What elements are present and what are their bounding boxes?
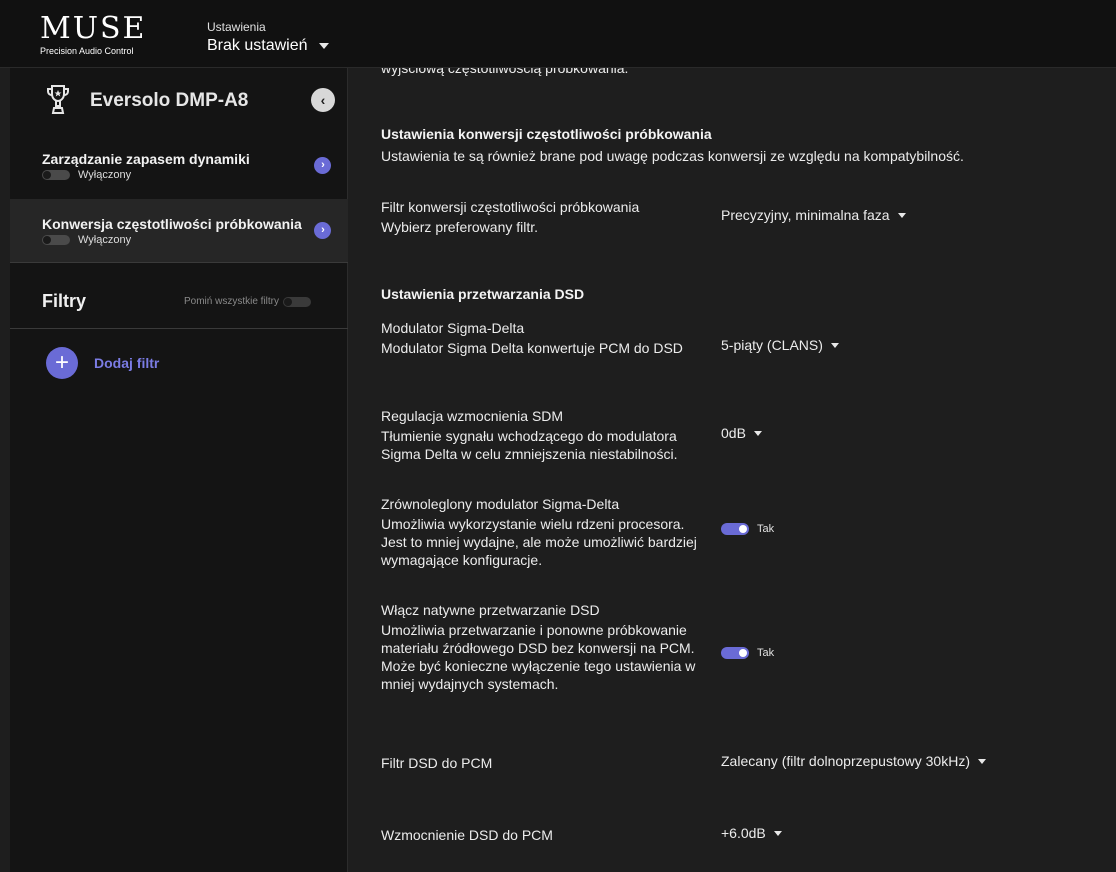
- src-filter-value: Precyzyjny, minimalna faza: [721, 207, 890, 223]
- chevron-down-icon: [773, 830, 782, 836]
- chevron-down-icon: [753, 430, 762, 436]
- sidebar-item-status-text: Wyłączony: [78, 234, 132, 246]
- plus-icon: +: [46, 347, 78, 379]
- native-dsd-label: Włącz natywne przetwarzanie DSD: [381, 602, 600, 618]
- chevron-right-icon[interactable]: ›: [314, 222, 331, 239]
- settings-value-text: Brak ustawień: [207, 37, 308, 54]
- parallel-modulator-description: Umożliwia wykorzystanie wielu rdzeni pro…: [381, 516, 697, 568]
- dsd-pcm-filter-select[interactable]: Zalecany (filtr dolnoprzepustowy 30kHz): [721, 753, 986, 769]
- status-toggle: [42, 170, 70, 180]
- native-dsd-description: Umożliwia przetwarzanie i ponowne próbko…: [381, 622, 696, 692]
- chevron-right-icon[interactable]: ›: [314, 157, 331, 174]
- dsd-pcm-gain-select[interactable]: +6.0dB: [721, 825, 782, 841]
- dsd-pcm-gain-value: +6.0dB: [721, 825, 766, 841]
- sigma-delta-select[interactable]: 5-piąty (CLANS): [721, 337, 839, 353]
- src-filter-label: Filtr konwersji częstotliwości próbkowan…: [381, 199, 640, 215]
- toggle-switch[interactable]: [721, 523, 749, 535]
- top-bar: MUSE Precision Audio Control Ustawienia …: [0, 0, 1116, 68]
- add-filter-button[interactable]: + Dodaj filtr: [46, 347, 159, 379]
- dsd-section-title: Ustawienia przetwarzania DSD: [381, 286, 585, 302]
- logo-wordmark: MUSE: [40, 11, 147, 46]
- sidebar-item-status-text: Wyłączony: [78, 169, 132, 181]
- previous-description-text: wyjściową częstotliwością próbkowania.: [381, 68, 629, 76]
- filters-title: Filtry: [42, 291, 87, 311]
- add-filter-label: Dodaj filtr: [94, 355, 160, 371]
- settings-label: Ustawienia: [207, 20, 266, 34]
- dsd-pcm-filter-value: Zalecany (filtr dolnoprzepustowy 30kHz): [721, 753, 970, 769]
- divider: [10, 262, 348, 263]
- sidebar: Eversolo DMP-A8 ‹ Zarządzanie zapasem dy…: [10, 68, 348, 872]
- skip-all-filters[interactable]: Pomiń wszystkie filtry: [184, 296, 312, 307]
- toggle-switch[interactable]: [721, 647, 749, 659]
- chevron-down-icon: [897, 212, 906, 218]
- native-dsd-toggle[interactable]: Tak: [721, 647, 774, 659]
- settings-value[interactable]: Brak ustawień: [207, 37, 329, 55]
- trophy-icon: [47, 85, 69, 114]
- divider: [10, 328, 348, 329]
- status-toggle: [42, 235, 70, 245]
- chevron-down-icon: [978, 758, 986, 764]
- skip-all-filters-label: Pomiń wszystkie filtry: [184, 296, 280, 307]
- dsd-pcm-filter-label: Filtr DSD do PCM: [381, 755, 493, 771]
- skip-all-filters-toggle[interactable]: [283, 296, 312, 307]
- src-filter-select[interactable]: Precyzyjny, minimalna faza: [721, 207, 906, 223]
- sidebar-item-status: Wyłączony: [42, 234, 131, 246]
- device-name: Eversolo DMP-A8: [90, 90, 249, 111]
- chevron-down-icon: [318, 43, 329, 49]
- dsd-pcm-gain-label: Wzmocnienie DSD do PCM: [381, 827, 553, 843]
- sidebar-item-label: Konwersja częstotliwości próbkowania: [42, 216, 302, 232]
- settings-panel: wyjściową częstotliwością próbkowania. U…: [349, 68, 1116, 872]
- chevron-down-icon: [830, 342, 839, 348]
- parallel-modulator-toggle[interactable]: Tak: [721, 523, 774, 535]
- sdm-gain-select[interactable]: 0dB: [721, 425, 762, 441]
- src-filter-description: Wybierz preferowany filtr.: [381, 219, 539, 235]
- settings-preset-select[interactable]: Ustawienia Brak ustawień: [207, 20, 329, 55]
- sdm-gain-description: Tłumienie sygnału wchodzącego do modulat…: [381, 428, 678, 462]
- sdm-gain-value: 0dB: [721, 425, 746, 441]
- src-section-title: Ustawienia konwersji częstotliwości prób…: [381, 126, 712, 142]
- sidebar-item-sample-rate-conversion[interactable]: Konwersja częstotliwości próbkowania Wył…: [10, 199, 348, 262]
- sidebar-item-label: Zarządzanie zapasem dynamiki: [42, 151, 250, 167]
- sigma-delta-label: Modulator Sigma-Delta: [381, 320, 525, 336]
- sdm-gain-label: Regulacja wzmocnienia SDM: [381, 408, 564, 424]
- device-header: Eversolo DMP-A8 ‹: [10, 68, 348, 134]
- chevron-left-icon: ‹: [320, 91, 326, 108]
- muse-logo[interactable]: MUSE Precision Audio Control: [40, 11, 147, 57]
- collapse-sidebar-button[interactable]: ‹: [311, 88, 335, 112]
- sigma-delta-value: 5-piąty (CLANS): [721, 337, 823, 353]
- sigma-delta-description: Modulator Sigma Delta konwertuje PCM do …: [381, 340, 683, 356]
- src-section-description: Ustawienia te są również brane pod uwagę…: [381, 148, 964, 164]
- toggle-label: Tak: [757, 647, 775, 659]
- sidebar-item-status: Wyłączony: [42, 169, 131, 181]
- logo-tagline: Precision Audio Control: [40, 46, 134, 56]
- sidebar-item-headroom[interactable]: Zarządzanie zapasem dynamiki Wyłączony ›: [10, 134, 348, 197]
- toggle-label: Tak: [757, 523, 775, 535]
- parallel-modulator-label: Zrównoleglony modulator Sigma-Delta: [381, 496, 620, 512]
